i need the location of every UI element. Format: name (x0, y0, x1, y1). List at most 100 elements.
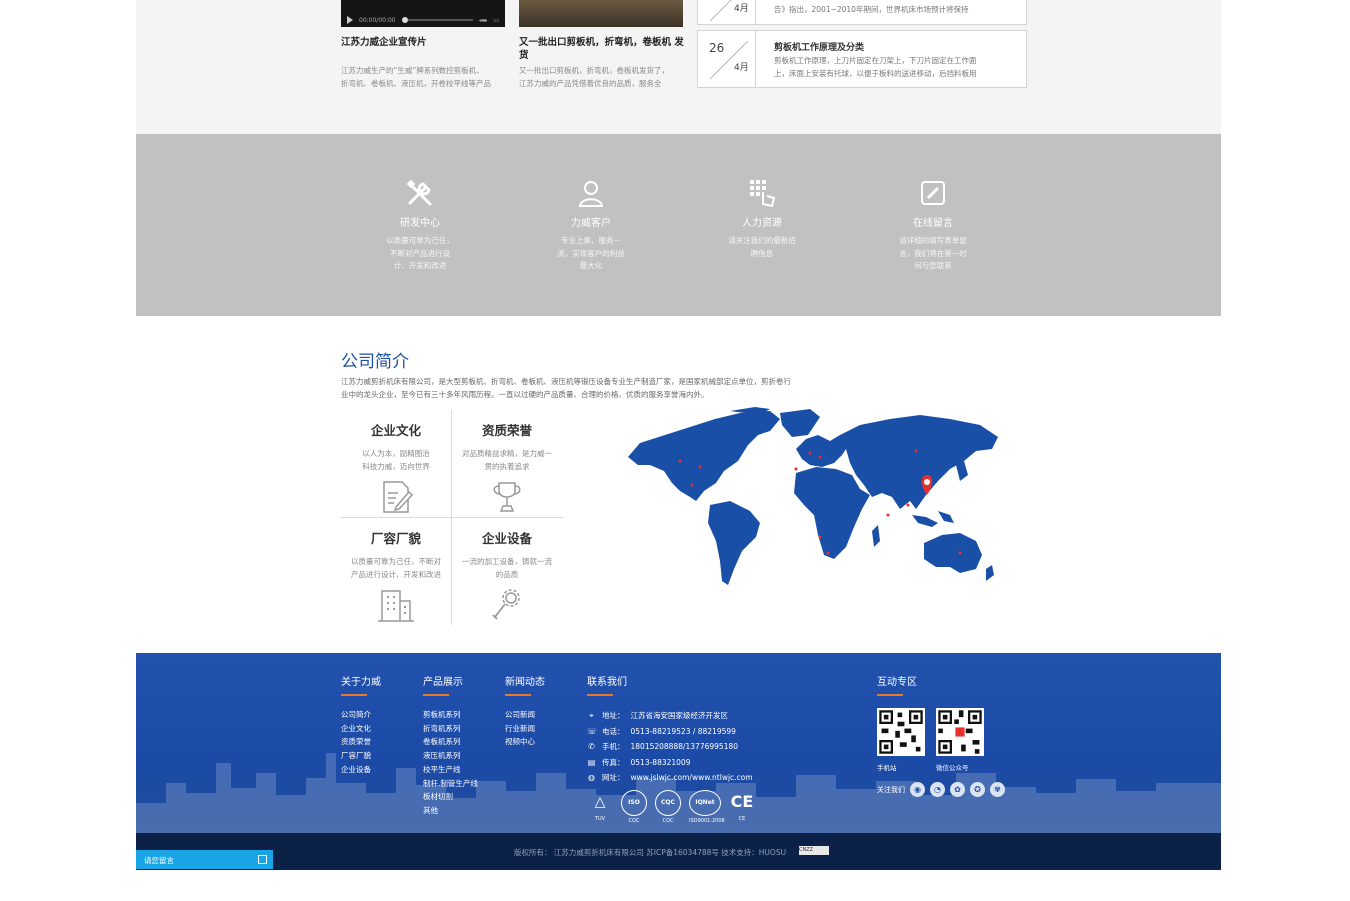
play-icon[interactable] (347, 16, 353, 24)
footer-link[interactable]: 行业新闻 (505, 722, 545, 736)
about-card-equipment[interactable]: 企业设备 一流的加工设备，铸就一流 的品质 (452, 518, 562, 625)
iso-cert-icon: ISO CQC (621, 789, 647, 824)
news-month: 4月 (734, 63, 749, 73)
cqc-cert-icon: CQC CQC (655, 789, 681, 824)
mobile-icon: ✆ (588, 742, 595, 751)
service-rd[interactable]: 研发中心 以质量可靠为己任， 不断对产品进行设 计、开发和改进 (370, 178, 470, 273)
news-snippet: 告》指出，2001~2010年期间，世界机床市场预计将保持 (774, 5, 969, 14)
share-icon[interactable]: ✾ (990, 782, 1005, 797)
about-card-factory[interactable]: 厂容厂貌 以质量可靠为己任，不断对 产品进行设计、开发和改进 (341, 518, 451, 625)
video-progress[interactable] (401, 17, 473, 23)
edit-icon (921, 181, 945, 205)
service-customers[interactable]: 力威客户 专业上乘，服务一 流，实现客户的利益 最大化 (541, 178, 641, 273)
ce-cert-icon: CE CE (730, 791, 754, 822)
service-hr[interactable]: 人力资源 请关注我们的最新招 聘信息 (712, 178, 812, 260)
stats-badge[interactable]: CNZZ (799, 846, 829, 855)
news-title[interactable]: 剪板机工作原理及分类 (774, 40, 864, 53)
news-title-1[interactable]: 江苏力威企业宣传片 (341, 36, 511, 49)
location-icon: ⌖ (589, 711, 594, 720)
star-icon[interactable]: ✪ (970, 782, 985, 797)
service-desc: 请详细的填写表单留 言，我们将在第一时 间与您联系 (899, 236, 967, 270)
message-tab-label: 请您留言 (144, 856, 174, 865)
footer-link[interactable]: 视频中心 (505, 735, 545, 749)
fullscreen-icon[interactable]: ▭ (493, 17, 499, 24)
building-icon (378, 590, 414, 622)
footer-interact: 互动专区 手机站 微信公众号 关注我们 ◉ ◔ ✿ ✪ ✾ (877, 673, 1005, 797)
news-month: 4月 (734, 4, 749, 14)
message-tab[interactable]: 请您留言 (136, 850, 273, 869)
news-title-2[interactable]: 又一批出口剪板机，折弯机，卷板机 发货 (519, 36, 685, 62)
footer-col-about: 关于力威 公司简介 企业文化 资质荣誉 厂容厂貌 企业设备 (341, 673, 381, 777)
footer-link[interactable]: 企业文化 (341, 722, 381, 736)
about-card-honors[interactable]: 资质荣誉 对品质精益求精，是力威一 贯的执着追求 (452, 410, 562, 517)
contact-fax: ▤ 传真： 0513-88321009 (587, 755, 755, 771)
iqnet-cert-icon: IQNet ISO9001:2008 (689, 789, 725, 824)
service-title: 在线留言 (913, 218, 953, 229)
footer-link[interactable]: 制杆.制管生产线 (423, 777, 478, 791)
footer-link[interactable]: 公司新闻 (505, 708, 545, 722)
footer-link[interactable]: 剪板机系列 (423, 708, 478, 722)
footer-link[interactable]: 企业设备 (341, 763, 381, 777)
dated-news-item[interactable]: 4月 告》指出，2001~2010年期间，世界机床市场预计将保持 (697, 0, 1027, 25)
services-band: 研发中心 以质量可靠为己任， 不断对产品进行设 计、开发和改进 力威客户 专业上乘，… (136, 134, 1221, 316)
about-grid: 企业文化 以人为本，励精图治 科技力威，迈向世界 资质荣誉 对品质精益求精，是力威… (341, 410, 563, 625)
news-strip: 00:00/00:00 ◂▬ ▭ 江苏力威企业宣传片 江苏力威生产的“生威”牌系… (136, 0, 1221, 134)
about-desc: 江苏力威剪折机床有限公司，是大型剪板机、折弯机、卷板机、液压机等锻压设备专业生产… (341, 377, 791, 399)
maximize-icon[interactable] (258, 855, 267, 864)
contact-website[interactable]: ◍ 网址： www.jslwjc.com/www.ntlwjc.com (587, 770, 755, 786)
weibo-icon[interactable]: ◉ (910, 782, 925, 797)
about-card-culture[interactable]: 企业文化 以人为本，励精图治 科技力威，迈向世界 (341, 410, 451, 517)
document-edit-icon (383, 481, 414, 513)
footer-link[interactable]: 校平生产线 (423, 763, 478, 777)
qr-mobile-site[interactable]: 手机站 (877, 708, 925, 772)
news-snippet: 剪板机工作原理，上刀片固定在刀架上，下刀片固定在工作面 上，床面上安装有托球，以便… (774, 56, 977, 78)
service-desc: 以质量可靠为己任， 不断对产品进行设 计、开发和改进 (386, 236, 454, 270)
news-thumbnail[interactable] (519, 0, 683, 27)
certifications: △ TUV ISO CQC CQC CQC IQNet ISO9001:2008 CE C… (587, 789, 755, 824)
news-desc-2: 又一批出口剪板机，折弯机，卷板机发货了， 江苏力威的产品凭借着优良的品质，服务全 (519, 66, 669, 88)
contact-phone: ☏ 电话： 0513-88219523 / 88219599 (587, 724, 755, 740)
service-message[interactable]: 在线留言 请详细的填写表单留 言，我们将在第一时 间与您联系 (883, 178, 983, 273)
phone-icon: ☏ (587, 726, 598, 736)
tuv-cert-icon: △ TUV (594, 793, 606, 822)
tools-icon (406, 179, 432, 206)
globe-icon: ◍ (588, 773, 595, 782)
service-desc: 专业上乘，服务一 流，实现客户的利益 最大化 (557, 236, 625, 270)
fax-icon: ▤ (587, 757, 596, 767)
video-time: 00:00/00:00 (359, 16, 396, 24)
footer-link[interactable]: 厂容厂貌 (341, 749, 381, 763)
video-controls[interactable]: 00:00/00:00 ◂▬ ▭ (347, 16, 499, 24)
contact-address: ⌖ 地址： 江苏省海安国家级经济开发区 (587, 708, 755, 724)
service-title: 力威客户 (571, 218, 611, 229)
video-player[interactable]: 00:00/00:00 ◂▬ ▭ (341, 0, 505, 27)
footer-link[interactable]: 折弯机系列 (423, 722, 478, 736)
copyright-bar: 版权所有： 江苏力威剪折机床有限公司 苏ICP备16034788号 技术支持：H… (136, 833, 1221, 870)
social-links: 关注我们 ◉ ◔ ✿ ✪ ✾ (877, 782, 1005, 797)
news-day: 26 (709, 41, 725, 55)
qr-wechat[interactable]: 微信公众号 (936, 708, 984, 772)
qq-icon[interactable]: ◔ (930, 782, 945, 797)
contact-mobile: ✆ 手机： 18015208888/13776995180 (587, 739, 755, 755)
footer-contact: 联系我们 ⌖ 地址： 江苏省海安国家级经济开发区 ☏ 电话： 0513-88219523… (587, 677, 755, 824)
footer-link[interactable]: 公司简介 (341, 708, 381, 722)
qr-code-icon (936, 708, 984, 756)
footer-col-products: 产品展示 剪板机系列 折弯机系列 卷板机系列 液压机系列 校平生产线 制杆.制管… (423, 673, 478, 818)
qr-code-icon (877, 708, 925, 756)
footer-col-news: 新闻动态 公司新闻 行业新闻 视频中心 (505, 673, 545, 749)
dated-news-item[interactable]: 26 4月 剪板机工作原理及分类 剪板机工作原理，上刀片固定在刀架上，下刀片固定… (697, 30, 1027, 88)
news-desc-1: 江苏力威生产的“生威”牌系列数控剪板机、 折弯机、卷板机、液压机，开卷校平线等产品 (341, 66, 491, 88)
wechat-icon[interactable]: ✿ (950, 782, 965, 797)
footer-link[interactable]: 其他 (423, 804, 478, 818)
user-icon (578, 181, 604, 207)
footer-link[interactable]: 资质荣誉 (341, 735, 381, 749)
volume-icon[interactable]: ◂▬ (479, 17, 488, 24)
service-title: 研发中心 (400, 218, 440, 229)
world-map (628, 407, 998, 585)
about-title[interactable]: 公司简介 (341, 347, 409, 372)
footer-link[interactable]: 液压机系列 (423, 749, 478, 763)
grid-hand-icon (750, 180, 776, 208)
gear-wrench-icon (492, 589, 520, 620)
copyright-text: 版权所有： 江苏力威剪折机床有限公司 苏ICP备16034788号 技术支持：H… (514, 848, 787, 857)
footer-link[interactable]: 板材切割 (423, 790, 478, 804)
footer-link[interactable]: 卷板机系列 (423, 735, 478, 749)
